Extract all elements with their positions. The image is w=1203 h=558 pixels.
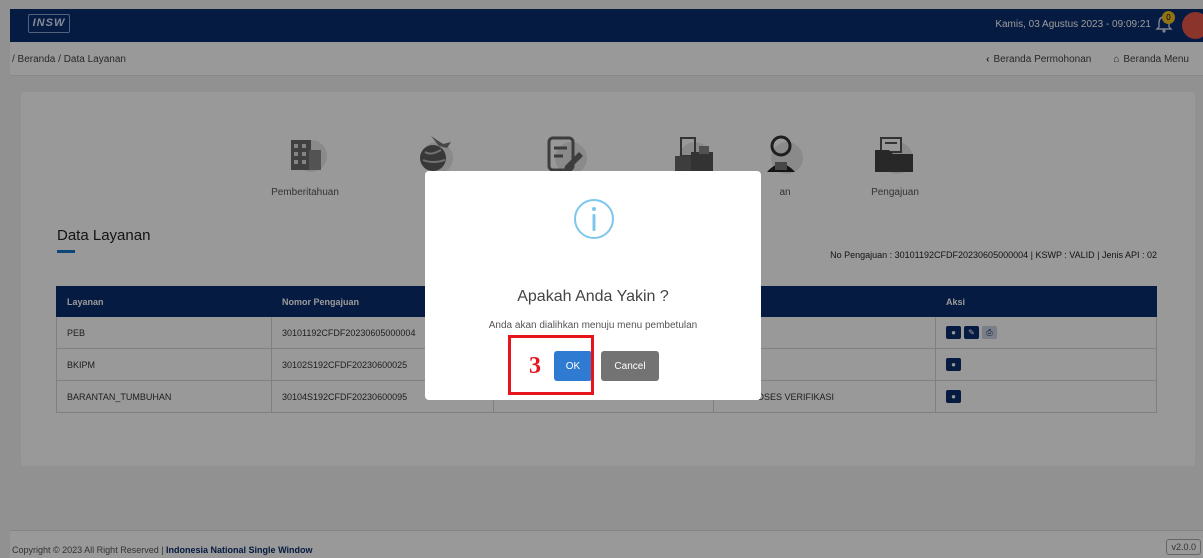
- cancel-button[interactable]: Cancel: [601, 351, 659, 381]
- dialog-message: Anda akan dialihkan menuju menu pembetul…: [488, 320, 698, 331]
- step-highlight-box: [508, 335, 594, 395]
- step-number: 3: [529, 353, 541, 379]
- info-icon: [574, 199, 614, 239]
- dialog-title: Apakah Anda Yakin ?: [517, 288, 669, 305]
